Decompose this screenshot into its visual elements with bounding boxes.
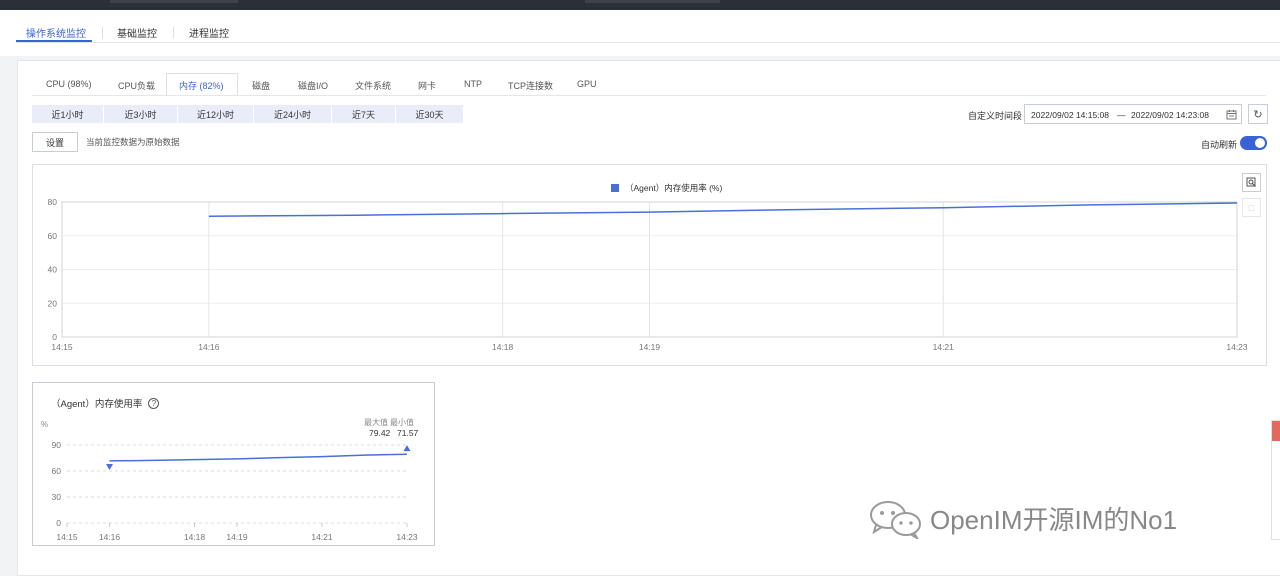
range-3h-button[interactable]: 近3小时 [104, 105, 178, 123]
top-bar-segment [585, 0, 720, 3]
refresh-icon: ↻ [1253, 108, 1263, 121]
tab-baseline [16, 42, 1280, 43]
date-range-end: 2022/09/02 14:23:08 [1131, 110, 1209, 120]
y-tick-label: 60 [52, 466, 62, 476]
auto-refresh-label: 自动刷新 [1201, 140, 1238, 150]
x-tick-label: 14:18 [184, 532, 206, 542]
tab-cpu[interactable]: CPU (98%) [46, 79, 92, 89]
tab-divider [173, 27, 174, 38]
range-24h-button[interactable]: 近24小时 [254, 105, 332, 123]
x-tick-label: 14:16 [198, 342, 220, 352]
x-tick-label: 14:15 [51, 342, 73, 352]
y-tick-label: 40 [48, 265, 58, 275]
x-tick-label: 14:16 [99, 532, 121, 542]
refresh-button[interactable]: ↻ [1248, 104, 1268, 124]
tab-disk[interactable]: 磁盘 [252, 79, 270, 92]
tab-basic-monitor[interactable]: 基础监控 [117, 25, 157, 40]
custom-range-label: 自定义时间段 [968, 111, 1023, 121]
y-tick-label: 0 [56, 518, 61, 528]
tab-divider [102, 27, 103, 38]
range-30d-button[interactable]: 近30天 [396, 105, 464, 123]
tab-process-monitor[interactable]: 进程监控 [189, 25, 229, 40]
x-tick-label: 14:21 [933, 342, 955, 352]
tab-filesystem[interactable]: 文件系统 [355, 79, 391, 92]
y-tick-label: 90 [52, 440, 62, 450]
auto-refresh-toggle[interactable] [1240, 136, 1267, 150]
range-12h-button[interactable]: 近12小时 [178, 105, 254, 123]
y-tick-label: 30 [52, 492, 62, 502]
metric-tab-baseline [32, 95, 1266, 96]
tab-cpu-load[interactable]: CPU负载 [118, 79, 155, 92]
memory-usage-chart-panel: （Agent）内存使用率 (%) □ 0 20 40 60 80 14:15 14:16 14… [32, 164, 1267, 366]
x-tick-label: 14:19 [639, 342, 661, 352]
tab-gpu[interactable]: GPU [577, 79, 597, 89]
tab-disk-io[interactable]: 磁盘I/O [298, 79, 328, 92]
tab-network-card[interactable]: 网卡 [418, 79, 436, 92]
memory-usage-card: （Agent）内存使用率 ? % 最大值 最小值 79.42 71.57 0 30… [32, 382, 435, 546]
memory-usage-line-chart: 0 20 40 60 80 14:15 14:16 14:18 14:19 14:21 14:23 [48, 197, 1248, 352]
x-tick-label: 14:15 [56, 532, 78, 542]
range-7d-button[interactable]: 近7天 [332, 105, 396, 123]
x-tick-label: 14:23 [1226, 342, 1248, 352]
memory-usage-sparkline: 0 30 60 90 14:15 14:16 14:18 14:19 14:21 14:23 [52, 440, 418, 542]
wechat-icon [870, 501, 921, 539]
tab-tcp-connections[interactable]: TCP连接数 [508, 79, 553, 92]
series-line [109, 453, 408, 462]
y-tick-label: 80 [48, 197, 58, 207]
y-tick-label: 0 [52, 332, 57, 342]
settings-button[interactable]: 设置 [32, 132, 78, 152]
x-tick-label: 14:18 [492, 342, 514, 352]
tab-ntp[interactable]: NTP [464, 79, 482, 89]
tab-os-monitor[interactable]: 操作系统监控 [26, 25, 86, 40]
data-source-note: 当前监控数据为原始数据 [86, 137, 180, 147]
watermark-text: OpenIM开源IM的No1 [930, 504, 1178, 535]
date-range-start: 2022/09/02 14:15:08 [1031, 110, 1109, 120]
watermark: OpenIM开源IM的No1 [866, 497, 1177, 539]
date-range-separator: — [1117, 110, 1126, 120]
tab-memory[interactable]: 内存 (82%) [179, 79, 224, 92]
x-tick-label: 14:23 [396, 532, 418, 542]
series-line [208, 202, 1238, 217]
side-float-widget[interactable] [1271, 420, 1280, 540]
date-range-picker[interactable]: 2022/09/02 14:15:08 — 2022/09/02 14:23:0… [1024, 104, 1242, 124]
y-tick-label: 60 [48, 231, 58, 241]
min-marker-icon [106, 463, 113, 470]
calendar-icon [1226, 110, 1237, 120]
side-widget-badge [1272, 421, 1280, 441]
x-tick-label: 14:21 [311, 532, 333, 542]
top-bar-segment [110, 0, 238, 3]
range-1h-button[interactable]: 近1小时 [32, 105, 104, 123]
x-tick-label: 14:19 [226, 532, 248, 542]
toggle-knob [1255, 138, 1265, 148]
max-marker-icon [403, 445, 411, 452]
y-tick-label: 20 [48, 298, 58, 308]
main-tab-bar: 操作系统监控 基础监控 进程监控 [0, 10, 1280, 56]
top-bar [0, 0, 1280, 10]
